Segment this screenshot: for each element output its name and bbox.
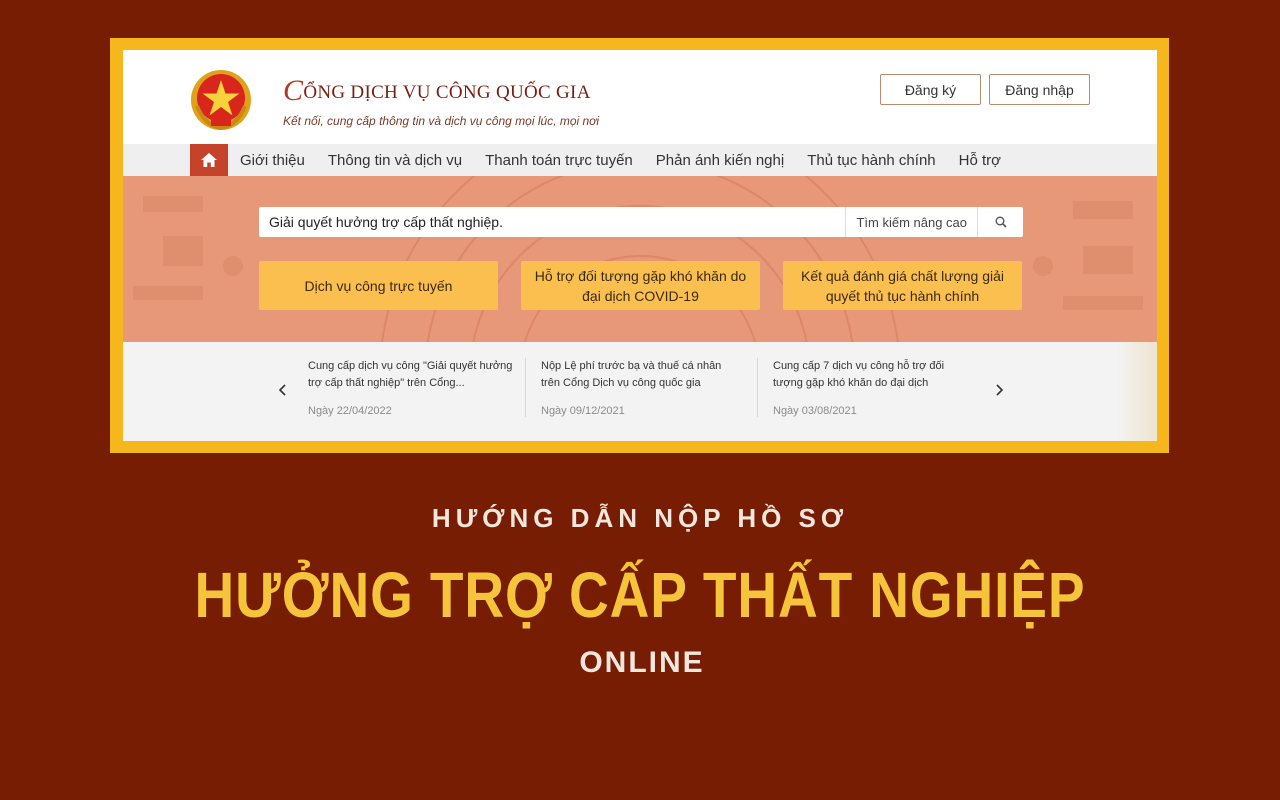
chevron-left-icon <box>278 384 286 396</box>
news-item-text: Cung cấp dịch vụ công "Giải quyết hưởng … <box>308 360 513 389</box>
site-title-rest: ỔNG DỊCH VỤ CÔNG QUỐC GIA <box>303 82 591 103</box>
banner-suffix: ONLINE <box>579 646 705 679</box>
home-icon <box>201 153 217 167</box>
news-item-text: Cung cấp 7 dịch vụ công hỗ trợ đối tượng… <box>773 360 945 389</box>
search-input[interactable] <box>259 207 846 237</box>
online-services-tile[interactable]: Dịch vụ công trực tuyến <box>259 261 498 310</box>
site-subtitle: Kết nối, cung cấp thông tin và dịch vụ c… <box>283 114 600 128</box>
drum-pattern-decoration <box>133 176 1143 342</box>
covid-support-tile[interactable]: Hỗ trợ đối tượng gặp khó khăn do đại dịc… <box>521 261 760 310</box>
advanced-search-button[interactable]: Tìm kiếm nâng cao <box>845 207 977 237</box>
news-item-date: Ngày 03/08/2021 <box>773 405 857 417</box>
news-item-text: Nộp Lệ phí trước bạ và thuế cá nhân trên… <box>541 360 722 389</box>
banner-kicker: HƯỚNG DẪN NỘP HỒ SƠ <box>431 503 849 533</box>
news-item-date: Ngày 22/04/2022 <box>308 405 392 417</box>
screenshot-frame: CỔNG DỊCH VỤ CÔNG QUỐC GIA Kết nối, cung… <box>110 38 1169 453</box>
login-button[interactable]: Đăng nhập <box>989 74 1090 105</box>
chevron-right-icon <box>996 384 1004 396</box>
nav-items: Giới thiệu Thông tin và dịch vụ Thanh to… <box>240 144 1024 176</box>
site-header: CỔNG DỊCH VỤ CÔNG QUỐC GIA Kết nối, cung… <box>123 50 1157 144</box>
portal-screen: CỔNG DỊCH VỤ CÔNG QUỐC GIA Kết nối, cung… <box>123 50 1157 441</box>
nav-item-thu-tuc[interactable]: Thủ tục hành chính <box>807 152 935 169</box>
nav-item-thong-tin-dich-vu[interactable]: Thông tin và dịch vụ <box>328 152 462 169</box>
nav-item-gioi-thieu[interactable]: Giới thiệu <box>240 152 305 169</box>
news-edge-fade <box>1117 342 1157 441</box>
nav-item-ho-tro[interactable]: Hỗ trợ <box>959 152 1001 169</box>
site-title[interactable]: CỔNG DỊCH VỤ CÔNG QUỐC GIA <box>283 74 591 108</box>
banner-headline: HƯỞNG TRỢ CẤP THẤT NGHIỆP <box>194 559 1086 631</box>
search-button[interactable] <box>977 207 1023 237</box>
news-item[interactable]: Cung cấp 7 dịch vụ công hỗ trợ đối tượng… <box>757 358 967 417</box>
national-emblem-icon[interactable] <box>189 68 253 132</box>
site-title-initial: C <box>283 74 304 107</box>
nav-item-phan-anh[interactable]: Phản ánh kiến nghị <box>656 152 784 169</box>
main-nav: Giới thiệu Thông tin và dịch vụ Thanh to… <box>123 144 1157 176</box>
search-icon <box>995 216 1007 228</box>
news-carousel: Cung cấp dịch vụ công "Giải quyết hưởng … <box>123 342 1157 441</box>
register-button[interactable]: Đăng ký <box>880 74 981 105</box>
news-item-date: Ngày 09/12/2021 <box>541 405 625 417</box>
news-item[interactable]: Nộp Lệ phí trước bạ và thuế cá nhân trên… <box>525 358 735 417</box>
evaluation-results-tile[interactable]: Kết quả đánh giá chất lượng giải quyết t… <box>783 261 1022 310</box>
nav-home-button[interactable] <box>190 144 228 176</box>
search-bar: Tìm kiếm nâng cao <box>259 207 1023 237</box>
nav-item-thanh-toan[interactable]: Thanh toán trực tuyến <box>485 152 633 169</box>
carousel-next-button[interactable] <box>989 380 1009 400</box>
hero-banner: Tìm kiếm nâng cao Dịch vụ công trực tuyế… <box>123 176 1157 342</box>
carousel-prev-button[interactable] <box>273 380 293 400</box>
news-item[interactable]: Cung cấp dịch vụ công "Giải quyết hưởng … <box>308 358 518 417</box>
